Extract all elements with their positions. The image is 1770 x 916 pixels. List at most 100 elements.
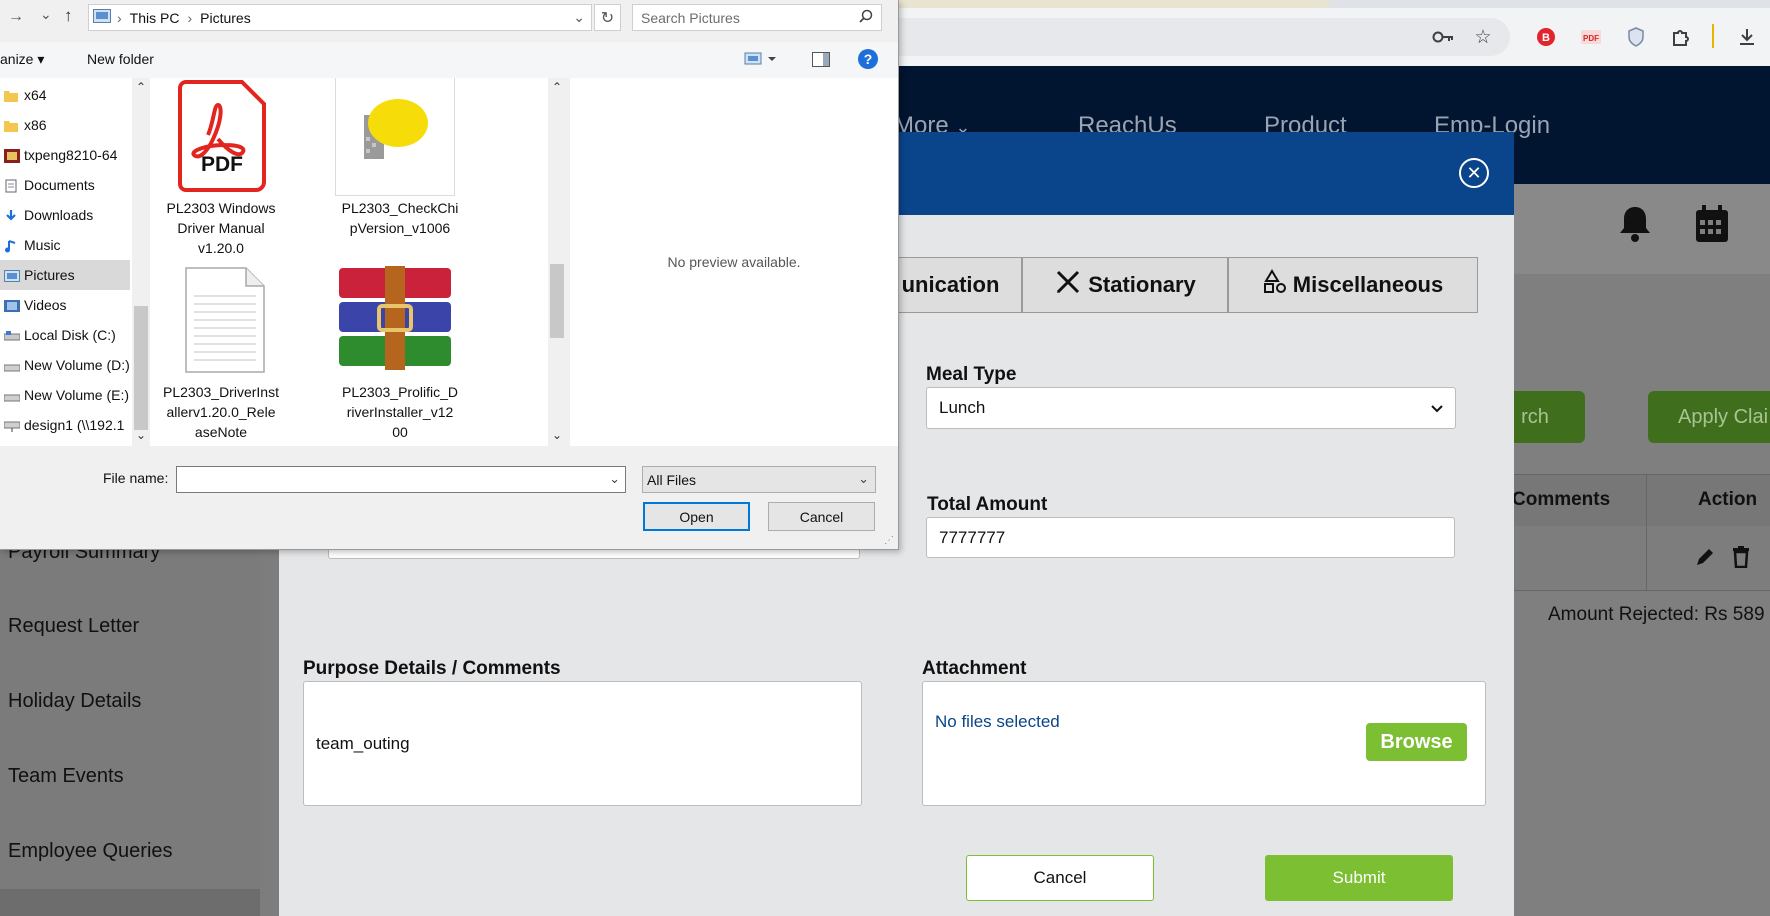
- nav-item-downloads[interactable]: Downloads: [0, 200, 130, 230]
- up-arrow-icon[interactable]: ↑: [64, 6, 73, 26]
- sidebar-item-request-letter[interactable]: Request Letter: [8, 615, 139, 638]
- nav-item-local-disk-c[interactable]: Local Disk (C:): [0, 320, 130, 350]
- cancel-button[interactable]: Cancel: [966, 855, 1154, 901]
- browser-tab[interactable]: [890, 0, 1330, 8]
- organize-menu[interactable]: anize ▾: [0, 51, 44, 68]
- file-item[interactable]: PDF PL2303 Windows Driver Manual v1.20.0: [152, 80, 282, 256]
- no-preview-text: No preview available.: [667, 254, 801, 270]
- bell-icon[interactable]: [1617, 204, 1653, 249]
- nav-item-videos[interactable]: Videos: [0, 290, 130, 320]
- documents-icon: [4, 179, 18, 193]
- nav-item-txpeng8210-64[interactable]: txpeng8210-64: [0, 140, 130, 170]
- nav-item-label: txpeng8210-64: [24, 147, 118, 163]
- delete-icon[interactable]: [1732, 546, 1750, 573]
- attachment-label: Attachment: [922, 658, 1027, 679]
- breadcrumb-pictures[interactable]: Pictures: [200, 10, 251, 26]
- resize-grip-icon[interactable]: ⋰: [884, 535, 894, 546]
- total-amount-input[interactable]: 7777777: [926, 517, 1455, 558]
- search-input[interactable]: Search Pictures: [632, 4, 882, 31]
- nav-item-label: New Volume (E:): [24, 387, 130, 403]
- forward-arrow-icon[interactable]: →: [8, 8, 24, 26]
- search-icon: [859, 9, 873, 26]
- purpose-label: Purpose Details / Comments: [303, 658, 561, 679]
- pdf-file-icon: PDF: [178, 80, 266, 192]
- nav-item-new-volume-d[interactable]: New Volume (D:): [0, 350, 130, 380]
- file-item[interactable]: PL2303_DriverInst allerv1.20.0_Rele aseNot…: [152, 266, 282, 446]
- nav-item-documents[interactable]: Documents: [0, 170, 130, 200]
- nav-item-design1-192-1[interactable]: design1 (\\192.1: [0, 410, 130, 440]
- file-item[interactable]: PL2303_Prolific_D riverInstaller_v12 00: [335, 266, 465, 446]
- puzzle-icon[interactable]: [1668, 24, 1694, 50]
- file-name: PL2303 Windows Driver Manual v1.20.0: [166, 200, 276, 256]
- scroll-up-icon[interactable]: ⌃: [136, 80, 146, 94]
- meal-type-value: Lunch: [939, 398, 986, 417]
- music-icon: [4, 239, 18, 253]
- nav-item-pictures[interactable]: Pictures: [0, 260, 130, 290]
- file-name-input[interactable]: ⌄: [176, 466, 626, 493]
- help-icon[interactable]: ?: [858, 49, 878, 69]
- folder-icon: [4, 89, 18, 102]
- scrollbar-thumb[interactable]: [134, 306, 148, 430]
- preview-pane: No preview available.: [570, 78, 898, 446]
- exe-file-icon: [335, 78, 455, 196]
- nav-item-new-volume-e[interactable]: New Volume (E:): [0, 380, 130, 410]
- view-options-icon[interactable]: [744, 51, 778, 72]
- file-name: PL2303_CheckChi pVersion_v1006: [341, 200, 459, 236]
- submit-button[interactable]: Submit: [1265, 855, 1453, 901]
- preview-pane-icon[interactable]: [812, 52, 830, 72]
- file-type-select[interactable]: All Files ⌄: [642, 466, 876, 493]
- scroll-up-icon[interactable]: ⌃: [552, 80, 562, 94]
- scroll-down-icon[interactable]: ⌄: [552, 428, 562, 442]
- star-icon[interactable]: ☆: [1470, 24, 1496, 50]
- key-icon[interactable]: [1430, 24, 1456, 50]
- shield-icon[interactable]: [1623, 24, 1649, 50]
- sidebar-item-employee-queries[interactable]: Employee Queries: [8, 840, 173, 863]
- edit-icon[interactable]: [1694, 546, 1716, 573]
- breadcrumb-chevron-icon: ›: [187, 9, 193, 26]
- tab-miscellaneous[interactable]: Miscellaneous: [1228, 257, 1478, 313]
- scrollbar-thumb[interactable]: [550, 264, 564, 338]
- chevron-down-icon[interactable]: ⌄: [609, 471, 620, 487]
- file-list-scrollbar[interactable]: ⌃ ⌄: [548, 78, 566, 446]
- amount-rejected: Amount Rejected: Rs 589: [1548, 604, 1765, 625]
- dialog-cancel-button[interactable]: Cancel: [768, 502, 875, 531]
- drive-icon: [3, 359, 21, 372]
- meal-type-select[interactable]: Lunch: [926, 387, 1456, 429]
- sidebar-item-holiday-details[interactable]: Holiday Details: [8, 690, 141, 713]
- claims-table-header: Comments Action: [1512, 474, 1770, 528]
- search-placeholder: Search Pictures: [641, 9, 740, 26]
- scroll-down-icon[interactable]: ⌄: [136, 428, 146, 442]
- nav-scrollbar[interactable]: ⌃ ⌄: [132, 78, 150, 446]
- tab-stationary[interactable]: Stationary: [1022, 257, 1228, 313]
- extension-pdf-icon[interactable]: PDF: [1578, 24, 1604, 50]
- dialog-address-bar[interactable]: › This PC › Pictures ⌄: [88, 4, 592, 31]
- pencil-ruler-icon: [1054, 268, 1082, 302]
- apply-claim-button[interactable]: Apply Clai: [1648, 391, 1770, 443]
- nav-item-x64[interactable]: x64: [0, 80, 130, 110]
- recent-dropdown-icon[interactable]: ⌄: [40, 6, 52, 23]
- downloads-icon: [4, 209, 18, 221]
- address-bar[interactable]: [860, 18, 1510, 56]
- sidebar-item-team-events[interactable]: Team Events: [8, 765, 124, 788]
- open-button[interactable]: Open: [643, 502, 750, 531]
- file-name: PL2303_Prolific_D riverInstaller_v12 00: [342, 384, 458, 440]
- calendar-icon[interactable]: [1694, 204, 1730, 249]
- network-drive-icon: [3, 419, 21, 432]
- nav-item-x86[interactable]: x86: [0, 110, 130, 140]
- new-folder-button[interactable]: New folder: [87, 51, 154, 67]
- browse-button[interactable]: Browse: [1366, 723, 1467, 761]
- col-action: Action: [1698, 489, 1758, 510]
- refresh-icon[interactable]: ↻: [594, 4, 621, 31]
- chevron-down-icon[interactable]: ⌄: [573, 9, 585, 26]
- extension-red-icon[interactable]: B: [1533, 24, 1559, 50]
- download-icon[interactable]: [1734, 24, 1760, 50]
- nav-item-music[interactable]: Music: [0, 230, 130, 260]
- breadcrumb-this-pc[interactable]: This PC: [130, 10, 180, 26]
- close-icon[interactable]: ✕: [1459, 158, 1489, 188]
- tab-communication[interactable]: unication: [880, 257, 1022, 313]
- nav-item-label: Documents: [24, 177, 95, 193]
- drive-icon: [3, 389, 21, 402]
- purpose-textarea[interactable]: team_outing: [303, 681, 862, 806]
- file-item[interactable]: PL2303_CheckChi pVersion_v1006: [335, 78, 465, 255]
- nav-item-label: design1 (\\192.1: [24, 417, 125, 433]
